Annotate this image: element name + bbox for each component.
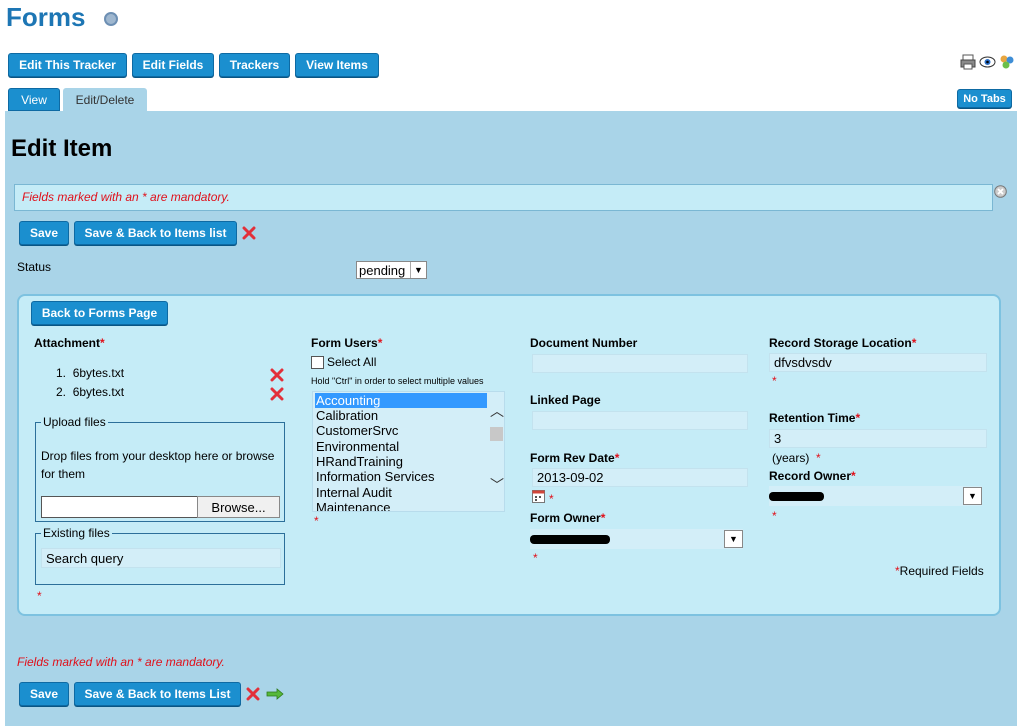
close-note-icon[interactable] [994,185,1007,198]
status-label: Status [17,260,52,274]
multi-select-hint: Hold "Ctrl" in order to select multiple … [311,376,484,386]
record-storage-input[interactable]: dfvsdvsdv [769,353,987,372]
print-icon[interactable] [960,54,976,70]
chevron-down-icon: ▼ [963,487,982,505]
watch-eye-icon[interactable] [979,54,996,70]
attachment-item: 2. 6bytes.txt [56,385,125,399]
record-storage-value: dfvsdvsdv [774,355,832,370]
save-button-top[interactable]: Save [19,221,69,245]
storage-required-marker: * [772,374,777,388]
linked-page-input[interactable] [532,411,748,430]
no-tabs-button[interactable]: No Tabs [957,89,1012,108]
save-button-bottom[interactable]: Save [19,682,69,706]
document-number-label: Document Number [530,336,638,350]
mandatory-note: Fields marked with an * are mandatory. [22,190,230,204]
chevron-down-icon: ▼ [410,262,426,278]
select-all-checkbox[interactable] [311,356,324,369]
calendar-icon[interactable] [532,490,545,503]
cancel-icon-top[interactable] [242,226,256,240]
delete-attachment-icon[interactable] [270,368,284,382]
redacted-value [530,535,610,544]
form-rev-date-value: 2013-09-02 [537,470,604,485]
record-storage-label: Record Storage Location* [769,336,917,350]
retention-time-input[interactable]: 3 [769,429,987,448]
linked-page-label: Linked Page [530,393,601,407]
attachment-item: 1. 6bytes.txt [56,366,125,380]
group-watch-icon[interactable] [999,54,1015,70]
scroll-thumb[interactable] [490,427,503,441]
listbox-scrollbar[interactable]: ︿ ﹀ [488,392,504,511]
page-title: Forms [6,2,86,32]
tab-view[interactable]: View [8,88,60,111]
trackers-button[interactable]: Trackers [219,53,290,77]
record-owner-select[interactable]: ▼ [769,486,982,506]
save-back-button-top[interactable]: Save & Back to Items list [74,221,237,245]
edit-item-heading: Edit Item [11,135,113,162]
status-select[interactable]: pending ▼ [356,261,427,279]
list-item[interactable]: Maintenance [316,500,390,511]
mandatory-note-bottom: Fields marked with an * are mandatory. [17,655,225,669]
form-owner-select[interactable]: ▼ [530,529,743,549]
retention-unit: (years) * [772,451,821,465]
retention-time-value: 3 [774,431,782,446]
search-query-text: Search query [46,551,124,566]
search-query-input[interactable]: Search query [41,548,281,568]
rev-date-required-marker: * [549,492,554,506]
arrow-right-icon[interactable] [266,688,284,700]
cancel-icon-bottom[interactable] [246,687,260,701]
chevron-down-icon: ▼ [724,530,743,548]
scroll-up-icon[interactable]: ︿ [490,404,504,418]
form-rev-date-input[interactable]: 2013-09-02 [532,468,748,487]
list-item[interactable]: Environmental [316,439,399,454]
form-owner-required-marker: * [533,551,538,565]
form-owner-label: Form Owner* [530,511,606,525]
edit-fields-button[interactable]: Edit Fields [132,53,214,77]
record-owner-label: Record Owner* [769,469,856,483]
record-owner-required-marker: * [772,509,777,523]
list-item[interactable]: Calibration [316,408,378,423]
view-items-button[interactable]: View Items [295,53,379,77]
list-item[interactable]: HRandTraining [316,454,403,469]
document-number-input[interactable] [532,354,748,373]
tab-edit-delete[interactable]: Edit/Delete [63,88,147,111]
form-rev-date-label: Form Rev Date* [530,451,620,465]
save-back-button-bottom[interactable]: Save & Back to Items List [74,682,241,706]
status-value: pending [359,262,406,278]
attachment-label: Attachment* [34,336,105,350]
select-all-label: Select All [327,355,377,369]
scroll-down-icon[interactable]: ﹀ [490,478,504,492]
upload-files-legend: Upload files [41,415,108,429]
required-fields-note: *Required Fields [895,564,984,578]
edit-tracker-button[interactable]: Edit This Tracker [8,53,127,77]
help-icon[interactable] [104,12,118,26]
retention-time-label: Retention Time* [769,411,861,425]
existing-files-legend: Existing files [41,526,112,540]
drop-text: Drop files from your desktop here or bro… [41,449,275,481]
form-users-label: Form Users* [311,336,383,350]
browse-button[interactable]: Browse... [197,496,280,518]
back-to-forms-button[interactable]: Back to Forms Page [31,301,168,325]
list-item[interactable]: Information Services [316,469,435,484]
form-users-listbox[interactable]: Accounting Calibration CustomerSrvc Envi… [312,391,505,512]
form-users-required-marker: * [314,514,319,528]
file-path-input[interactable] [41,496,197,518]
list-item[interactable]: CustomerSrvc [316,423,398,438]
attachment-required-marker: * [37,589,42,603]
delete-attachment-icon[interactable] [270,387,284,401]
list-item[interactable]: Internal Audit [316,485,392,500]
redacted-value [769,492,824,501]
list-item[interactable]: Accounting [315,393,487,408]
